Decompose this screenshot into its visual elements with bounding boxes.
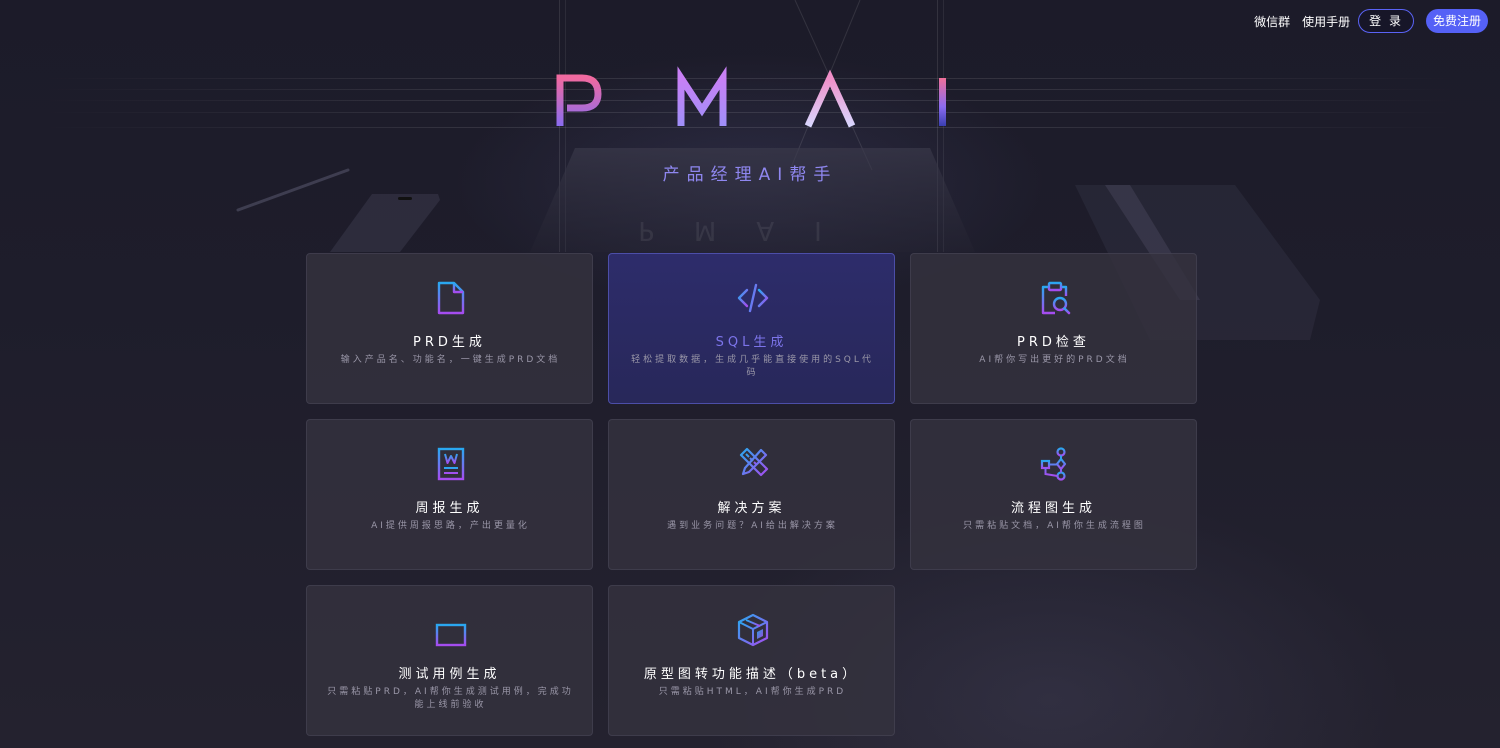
card-description: 轻松提取数据，生成几乎能直接使用的SQL代码 [631,355,874,378]
card-title: 原型图转功能描述（beta） [643,667,860,682]
flowchart-icon [1040,447,1067,481]
card-description: AI提供周报思路，产出更量化 [371,521,530,531]
card-flowchart[interactable]: 流程图生成 只需粘贴文档，AI帮你生成流程图 [910,419,1197,570]
svg-text:PMAI: PMAI [638,215,862,245]
card-description: 遇到业务问题？AI给出解决方案 [667,521,838,531]
card-title: 周报生成 [415,501,484,516]
code-icon [737,283,769,313]
user-manual-link[interactable]: 使用手册 [1302,13,1350,30]
card-sql-generate[interactable]: SQL生成 轻松提取数据，生成几乎能直接使用的SQL代码 [608,253,895,404]
page-background: PMAI 微信群 使用手册 登 录 免费注册 产品经理AI帮手 PRD生成 输入… [0,0,1500,748]
card-solution[interactable]: 解决方案 遇到业务问题？AI给出解决方案 [608,419,895,570]
card-prd-check[interactable]: PRD检查 AI帮你写出更好的PRD文档 [910,253,1197,404]
card-description: 只需粘贴PRD，AI帮你生成测试用例，完成功能上线前验收 [327,687,574,710]
cube-icon [737,613,769,647]
clipboard-search-icon [1041,281,1071,315]
card-test-case[interactable]: 测试用例生成 只需粘贴PRD，AI帮你生成测试用例，完成功能上线前验收 [306,585,593,736]
register-button[interactable]: 免费注册 [1425,9,1488,33]
card-title: SQL生成 [715,335,788,350]
card-description: AI帮你写出更好的PRD文档 [979,355,1130,365]
hero-subtitle: 产品经理AI帮手 [662,165,838,185]
card-prototype-to-description[interactable]: 原型图转功能描述（beta） 只需粘贴HTML，AI帮你生成PRD [608,585,895,736]
stack-icon [435,613,467,647]
card-title: 流程图生成 [1010,501,1096,516]
pmai-logo [556,66,946,128]
card-description: 输入产品名、功能名，一键生成PRD文档 [340,355,561,365]
card-title: 解决方案 [717,501,786,516]
document-icon [437,281,465,315]
login-button[interactable]: 登 录 [1358,9,1414,33]
pencil-ruler-icon [739,447,769,477]
card-description: 只需粘贴文档，AI帮你生成流程图 [963,521,1146,531]
top-nav: 微信群 使用手册 登 录 免费注册 [1254,9,1488,33]
card-title: 测试用例生成 [398,667,501,682]
card-title: PRD检查 [1017,335,1090,350]
card-weekly-report[interactable]: 周报生成 AI提供周报思路，产出更量化 [306,419,593,570]
wechat-group-link[interactable]: 微信群 [1254,13,1290,30]
card-prd-generate[interactable]: PRD生成 输入产品名、功能名，一键生成PRD文档 [306,253,593,404]
card-description: 只需粘贴HTML，AI帮你生成PRD [658,687,847,697]
card-title: PRD生成 [413,335,486,350]
word-document-icon [437,447,465,481]
